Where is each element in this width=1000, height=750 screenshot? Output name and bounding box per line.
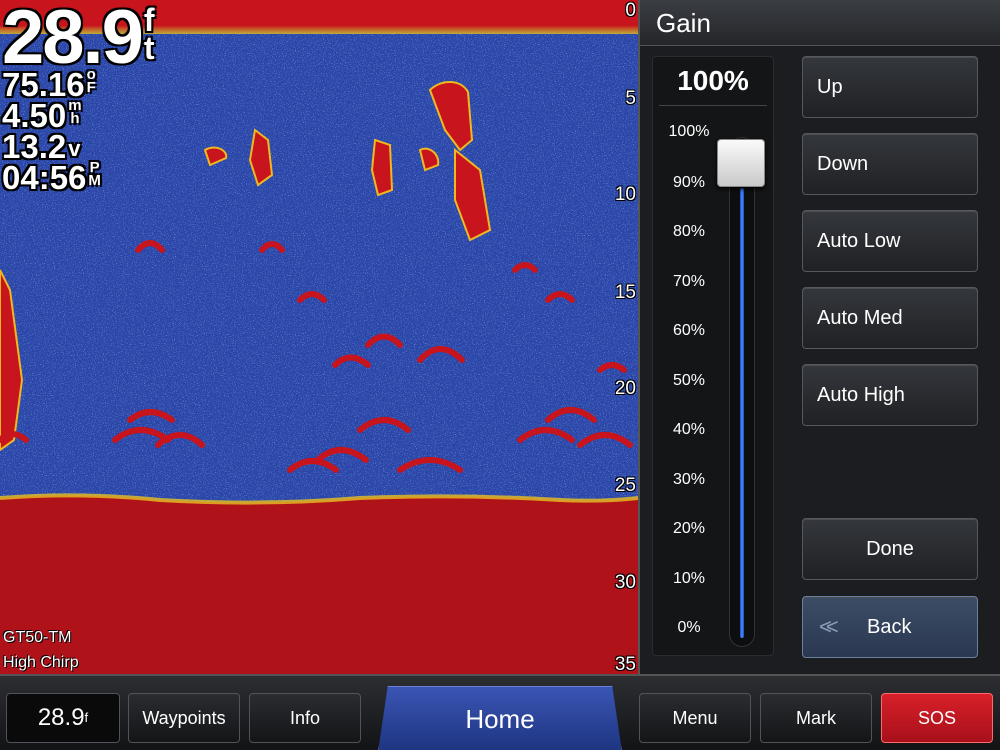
auto-med-label: Auto Med bbox=[817, 307, 903, 329]
gain-scale-label: 10% bbox=[672, 570, 706, 587]
frequency-label: High Chirp bbox=[3, 654, 79, 671]
time-unit: PM bbox=[88, 160, 101, 189]
auto-med-button[interactable]: Auto Med bbox=[802, 287, 978, 349]
gain-scale-label: 0% bbox=[677, 619, 701, 636]
down-button[interactable]: Down bbox=[802, 133, 978, 195]
depth-databox-unit: f bbox=[84, 710, 89, 725]
gain-scale-label: 50% bbox=[672, 372, 706, 389]
double-chevron-left-icon: << bbox=[819, 614, 839, 639]
depth-scale-tick: 20 bbox=[614, 378, 636, 399]
up-button[interactable]: Up bbox=[802, 56, 978, 118]
depth-scale-tick: 0 bbox=[625, 0, 636, 21]
gain-scale-label: 100% bbox=[668, 123, 710, 140]
menu-button[interactable]: Menu bbox=[639, 693, 751, 743]
gain-scale-label: 60% bbox=[672, 322, 706, 339]
back-button-label: Back bbox=[867, 616, 912, 638]
sos-button[interactable]: SOS bbox=[881, 693, 993, 743]
gain-slider-thumb[interactable] bbox=[717, 139, 765, 187]
divider bbox=[659, 105, 767, 106]
time-unit-bottom: M bbox=[88, 172, 101, 189]
done-button[interactable]: Done bbox=[802, 518, 978, 580]
gain-panel: Gain 100% 100% 90% 80% 70% 60% 50% 40% 3… bbox=[638, 0, 1000, 674]
gain-scale-label: 20% bbox=[672, 520, 706, 537]
back-button[interactable]: << Back bbox=[802, 596, 978, 658]
depth-scale-tick: 10 bbox=[614, 184, 636, 205]
depth-scale-tick: 25 bbox=[614, 475, 636, 496]
depth-scale-tick: 15 bbox=[614, 282, 636, 303]
depth-scale-tick: 30 bbox=[614, 572, 636, 593]
gain-scale-label: 30% bbox=[672, 471, 706, 488]
sonar-view[interactable]: 28.9f t 75.16 o F 4.50 m h 13.2v 04:56 P M GT50… bbox=[0, 0, 638, 674]
speed-unit-bottom: h bbox=[70, 110, 80, 127]
speed-unit: mh bbox=[68, 98, 81, 127]
gain-slider-track[interactable] bbox=[729, 137, 755, 647]
gain-slider-box: 100% 100% 90% 80% 70% 60% 50% 40% 30% 20… bbox=[652, 56, 774, 656]
gain-scale-label: 40% bbox=[672, 421, 706, 438]
depth-databox-value: 28.9 bbox=[37, 704, 85, 731]
gain-scale-label: 70% bbox=[672, 273, 706, 290]
depth-readout: 28.9f t bbox=[2, 0, 155, 76]
down-button-label: Down bbox=[817, 153, 869, 175]
gain-scale-label: 90% bbox=[672, 174, 706, 191]
gain-scale-label: 80% bbox=[672, 223, 706, 240]
gain-header: Gain bbox=[640, 0, 1000, 46]
depth-unit: ft bbox=[144, 4, 155, 64]
transducer-label: GT50-TM bbox=[3, 629, 72, 646]
time-readout: 04:56 P M bbox=[2, 159, 101, 196]
auto-low-label: Auto Low bbox=[817, 230, 901, 252]
auto-high-label: Auto High bbox=[817, 384, 905, 406]
temp-unit-bottom: F bbox=[86, 79, 96, 96]
sonar-image bbox=[0, 0, 638, 674]
home-button[interactable]: Home bbox=[378, 686, 622, 750]
done-button-label: Done bbox=[866, 538, 914, 560]
depth-scale-tick: 5 bbox=[625, 88, 636, 109]
auto-low-button[interactable]: Auto Low bbox=[802, 210, 978, 272]
gain-slider-fill bbox=[740, 188, 744, 638]
waypoints-button[interactable]: Waypoints bbox=[128, 693, 240, 743]
depth-scale-tick: 35 bbox=[614, 654, 636, 674]
gain-value: 100% bbox=[677, 65, 749, 96]
auto-high-button[interactable]: Auto High bbox=[802, 364, 978, 426]
up-button-label: Up bbox=[817, 76, 843, 98]
bottom-bar: 28.9f Waypoints Info Home Menu Mark SOS bbox=[0, 674, 1000, 750]
mark-button[interactable]: Mark bbox=[760, 693, 872, 743]
depth-databox[interactable]: 28.9f bbox=[6, 693, 120, 743]
depth-unit-bottom: t bbox=[143, 30, 155, 66]
info-button[interactable]: Info bbox=[249, 693, 361, 743]
temp-unit: oF bbox=[86, 67, 96, 96]
time-value: 04:56 bbox=[2, 159, 87, 196]
gain-title: Gain bbox=[656, 8, 711, 38]
